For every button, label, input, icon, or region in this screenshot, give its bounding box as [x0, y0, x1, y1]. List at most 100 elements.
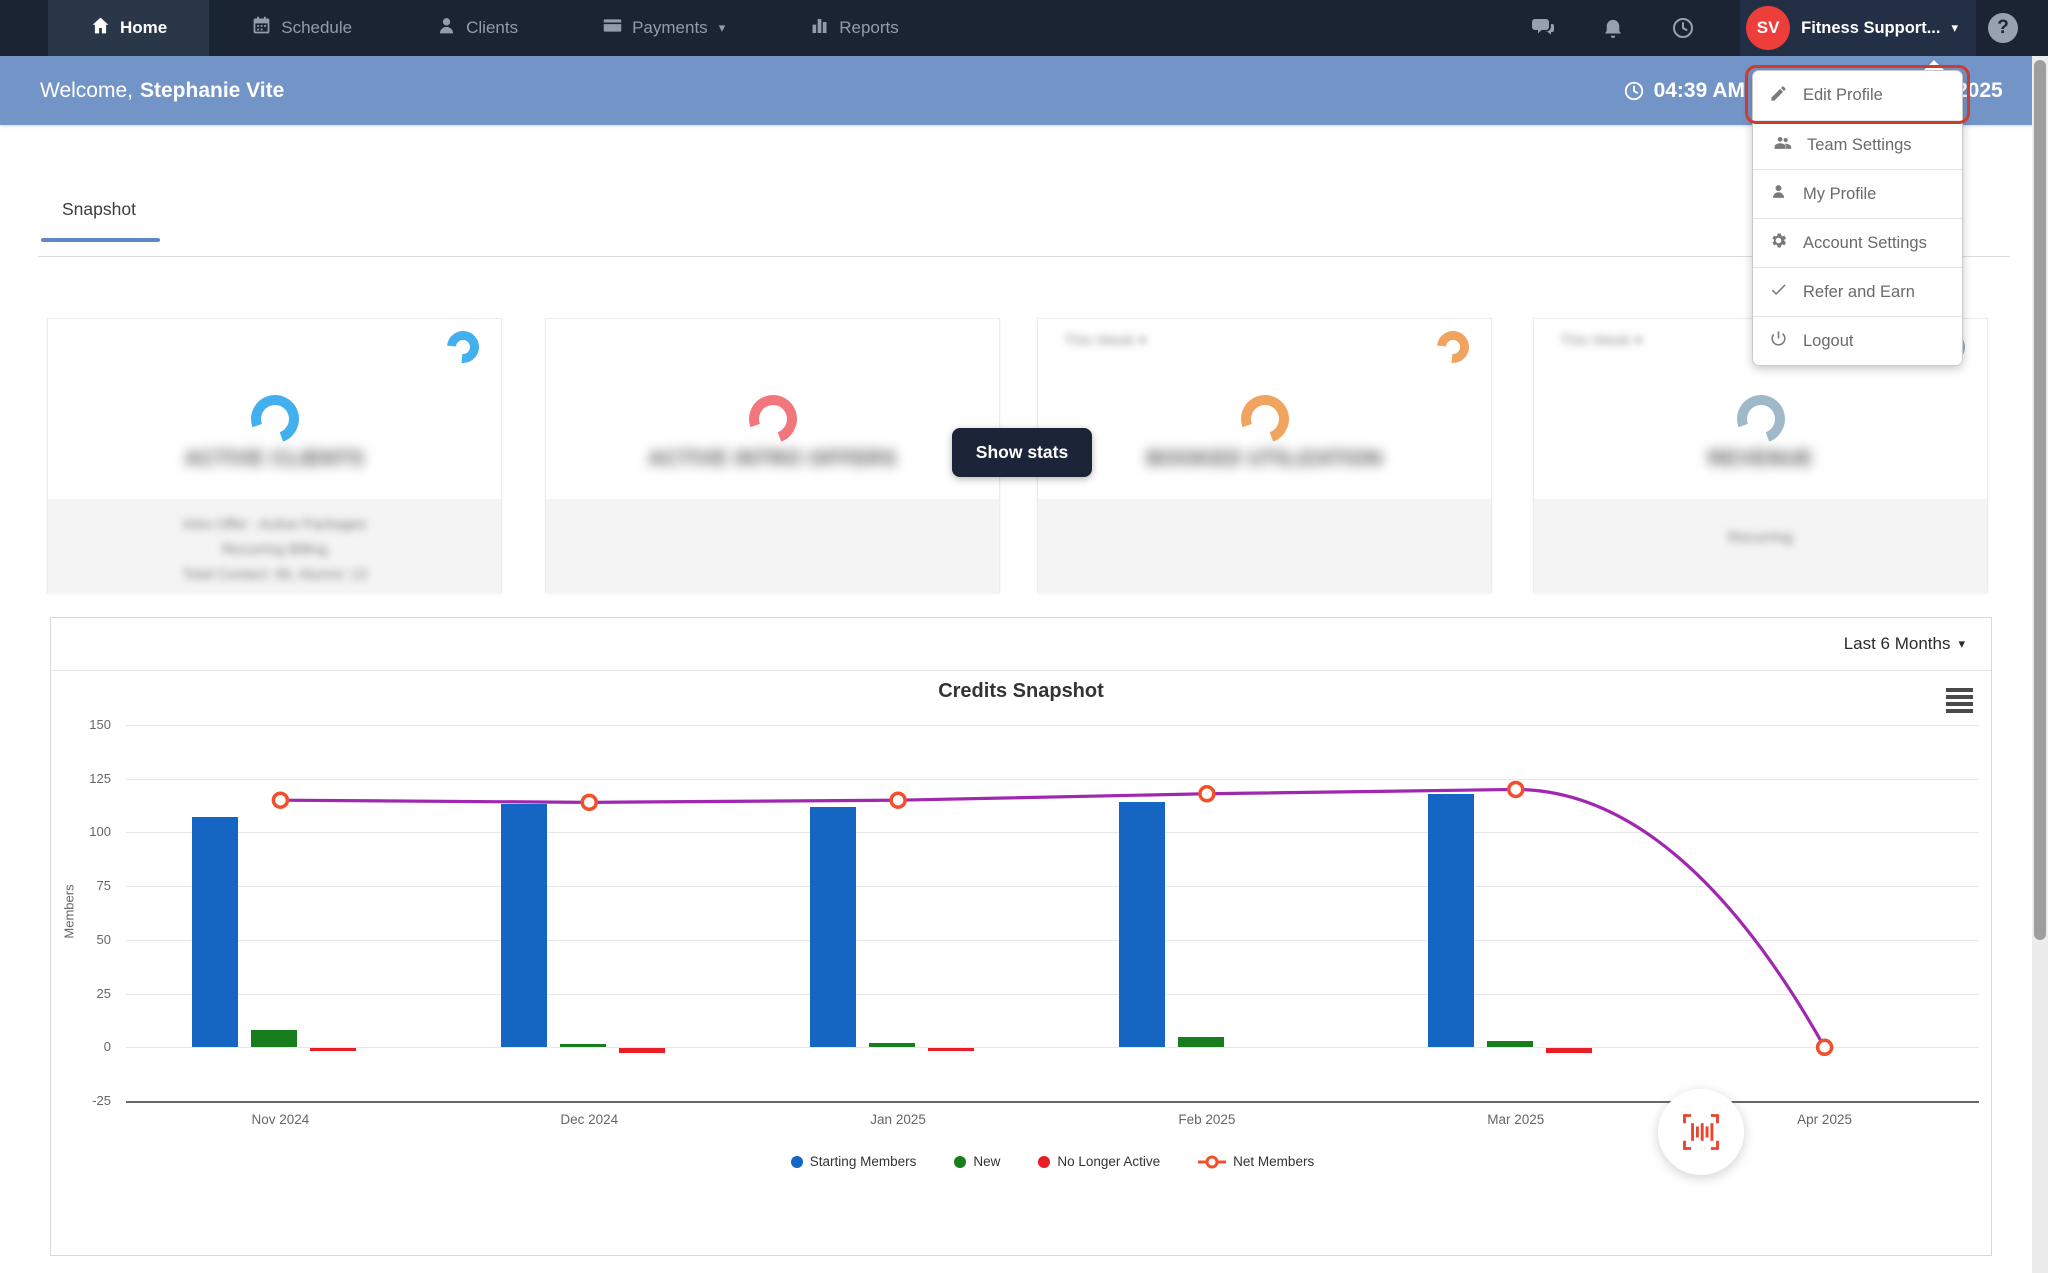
y-tick-label: 100: [51, 824, 111, 839]
card-corner-icon[interactable]: [440, 324, 485, 369]
net-members-marker[interactable]: [1200, 787, 1214, 801]
x-tick-label: Nov 2024: [210, 1112, 350, 1127]
net-members-marker[interactable]: [1509, 782, 1523, 796]
bar-starting-members-mar-2025[interactable]: [1428, 794, 1474, 1048]
person-icon: [436, 15, 457, 41]
chat-icon[interactable]: [1530, 15, 1556, 41]
bar-new-jan-2025[interactable]: [869, 1043, 915, 1047]
x-tick-label: Mar 2025: [1446, 1112, 1586, 1127]
chevron-down-icon: ▾: [719, 20, 726, 36]
bar-new-feb-2025[interactable]: [1178, 1037, 1224, 1048]
menu-item-my-profile[interactable]: My Profile: [1753, 169, 1962, 218]
nav-item-home[interactable]: Home: [48, 0, 209, 56]
navbar-right: SV Fitness Support... ▾ ?: [1530, 0, 2048, 56]
loading-spinner: [1233, 387, 1297, 451]
net-members-marker[interactable]: [273, 793, 287, 807]
bar-no-longer-active-nov-2024[interactable]: [310, 1048, 356, 1051]
nav-item-payments[interactable]: Payments▾: [560, 0, 767, 56]
nav-item-reports[interactable]: Reports: [767, 0, 941, 56]
period-selector[interactable]: This Week ▾: [1560, 331, 1642, 349]
scrollbar-track[interactable]: [2032, 56, 2048, 1273]
legend-item-new[interactable]: New: [954, 1154, 1000, 1169]
menu-item-edit-profile[interactable]: Edit Profile: [1753, 71, 1962, 120]
card-footer: Recurring: [1534, 499, 1987, 594]
y-tick-label: 50: [51, 932, 111, 947]
gridline-0: [126, 1047, 1979, 1048]
x-tick-label: Jan 2025: [828, 1112, 968, 1127]
bar-new-nov-2024[interactable]: [251, 1030, 297, 1047]
legend-item-net-members[interactable]: Net Members: [1198, 1154, 1314, 1169]
card-footer: [1038, 499, 1491, 594]
calendar-icon: [251, 15, 272, 41]
gridline-125: [126, 779, 1979, 780]
profile-dropdown: Edit ProfileTeam SettingsMy ProfileAccou…: [1752, 70, 1963, 366]
power-icon: [1769, 329, 1788, 353]
menu-item-account-settings[interactable]: Account Settings: [1753, 218, 1962, 267]
card-corner-icon[interactable]: [1430, 324, 1475, 369]
menu-item-logout[interactable]: Logout: [1753, 316, 1962, 365]
tab-snapshot[interactable]: Snapshot: [62, 199, 136, 220]
card-title: ACTIVE CLIENTS: [48, 447, 501, 471]
gear-icon: [1769, 231, 1788, 255]
scrollbar-thumb[interactable]: [2034, 60, 2046, 940]
legend-dot: [1038, 1156, 1050, 1168]
legend-dot: [954, 1156, 966, 1168]
x-tick-label: Dec 2024: [519, 1112, 659, 1127]
scan-badge[interactable]: [1658, 1089, 1744, 1175]
app: HomeScheduleClientsPayments▾Reports SV F…: [0, 0, 2048, 1273]
welcome-user-name: Stephanie Vite: [140, 79, 284, 103]
help-icon[interactable]: ?: [1988, 13, 2018, 43]
welcome-text: Welcome, Stephanie Vite: [40, 56, 284, 125]
main-nav: HomeScheduleClientsPayments▾Reports: [48, 0, 941, 56]
credits-snapshot-card: Last 6 Months ▾ Credits Snapshot Members…: [50, 617, 1992, 1256]
welcome-greeting: Welcome,: [40, 79, 133, 103]
chevron-down-icon: ▾: [1951, 20, 1958, 36]
legend-item-no-longer-active[interactable]: No Longer Active: [1038, 1154, 1160, 1169]
clock-icon: [1623, 80, 1645, 102]
nav-item-schedule[interactable]: Schedule: [209, 0, 394, 56]
recent-activity-clock-icon[interactable]: [1670, 15, 1696, 41]
current-time: 04:39 AM: [1623, 56, 1745, 125]
card-footer-text: Intro Offer : Active PackagesRecurring B…: [48, 513, 501, 588]
home-icon: [90, 15, 111, 41]
bar-starting-members-nov-2024[interactable]: [192, 817, 238, 1047]
barcode-icon: [1679, 1110, 1723, 1154]
y-tick-label: 125: [51, 771, 111, 786]
users-icon: [1773, 133, 1792, 157]
x-tick-label: Apr 2025: [1755, 1112, 1895, 1127]
nav-item-clients[interactable]: Clients: [394, 0, 560, 56]
bar-starting-members-feb-2025[interactable]: [1119, 802, 1165, 1047]
stat-card-active-intro-offers: ACTIVE INTRO OFFERS: [545, 318, 1000, 593]
bar-starting-members-dec-2024[interactable]: [501, 804, 547, 1047]
loading-spinner: [243, 387, 307, 451]
gridline-150: [126, 725, 1979, 726]
bar-new-mar-2025[interactable]: [1487, 1041, 1533, 1047]
card-title: ACTIVE INTRO OFFERS: [546, 447, 999, 471]
chart-context-menu-icon[interactable]: [1946, 688, 1973, 716]
dropdown-caret: [1924, 60, 1944, 70]
bar-new-dec-2024[interactable]: [560, 1044, 606, 1047]
x-tick-label: Feb 2025: [1137, 1112, 1277, 1127]
loading-spinner: [741, 387, 805, 451]
y-tick-label: 75: [51, 878, 111, 893]
legend-item-starting-members[interactable]: Starting Members: [791, 1154, 917, 1169]
chart-range-selector[interactable]: Last 6 Months ▾: [51, 618, 1991, 671]
gridline-100: [126, 832, 1979, 833]
current-date-partial: 2025: [1956, 56, 2003, 125]
bar-starting-members-jan-2025[interactable]: [810, 807, 856, 1048]
profile-menu-trigger[interactable]: SV Fitness Support... ▾: [1740, 0, 1976, 56]
menu-item-refer-and-earn[interactable]: Refer and Earn: [1753, 267, 1962, 316]
bar-no-longer-active-jan-2025[interactable]: [928, 1048, 974, 1051]
show-stats-button[interactable]: Show stats: [952, 428, 1092, 477]
bar-no-longer-active-mar-2025[interactable]: [1546, 1048, 1592, 1052]
chevron-down-icon: ▾: [1958, 636, 1965, 652]
period-selector[interactable]: This Week ▾: [1064, 331, 1146, 349]
gridline-75: [126, 886, 1979, 887]
net-members-marker[interactable]: [891, 793, 905, 807]
card-footer: Intro Offer : Active PackagesRecurring B…: [48, 499, 501, 594]
notifications-bell-icon[interactable]: [1600, 15, 1626, 41]
card-footer: [546, 499, 999, 594]
menu-item-team-settings[interactable]: Team Settings: [1753, 120, 1962, 169]
net-members-marker[interactable]: [582, 795, 596, 809]
bar-no-longer-active-dec-2024[interactable]: [619, 1048, 665, 1052]
